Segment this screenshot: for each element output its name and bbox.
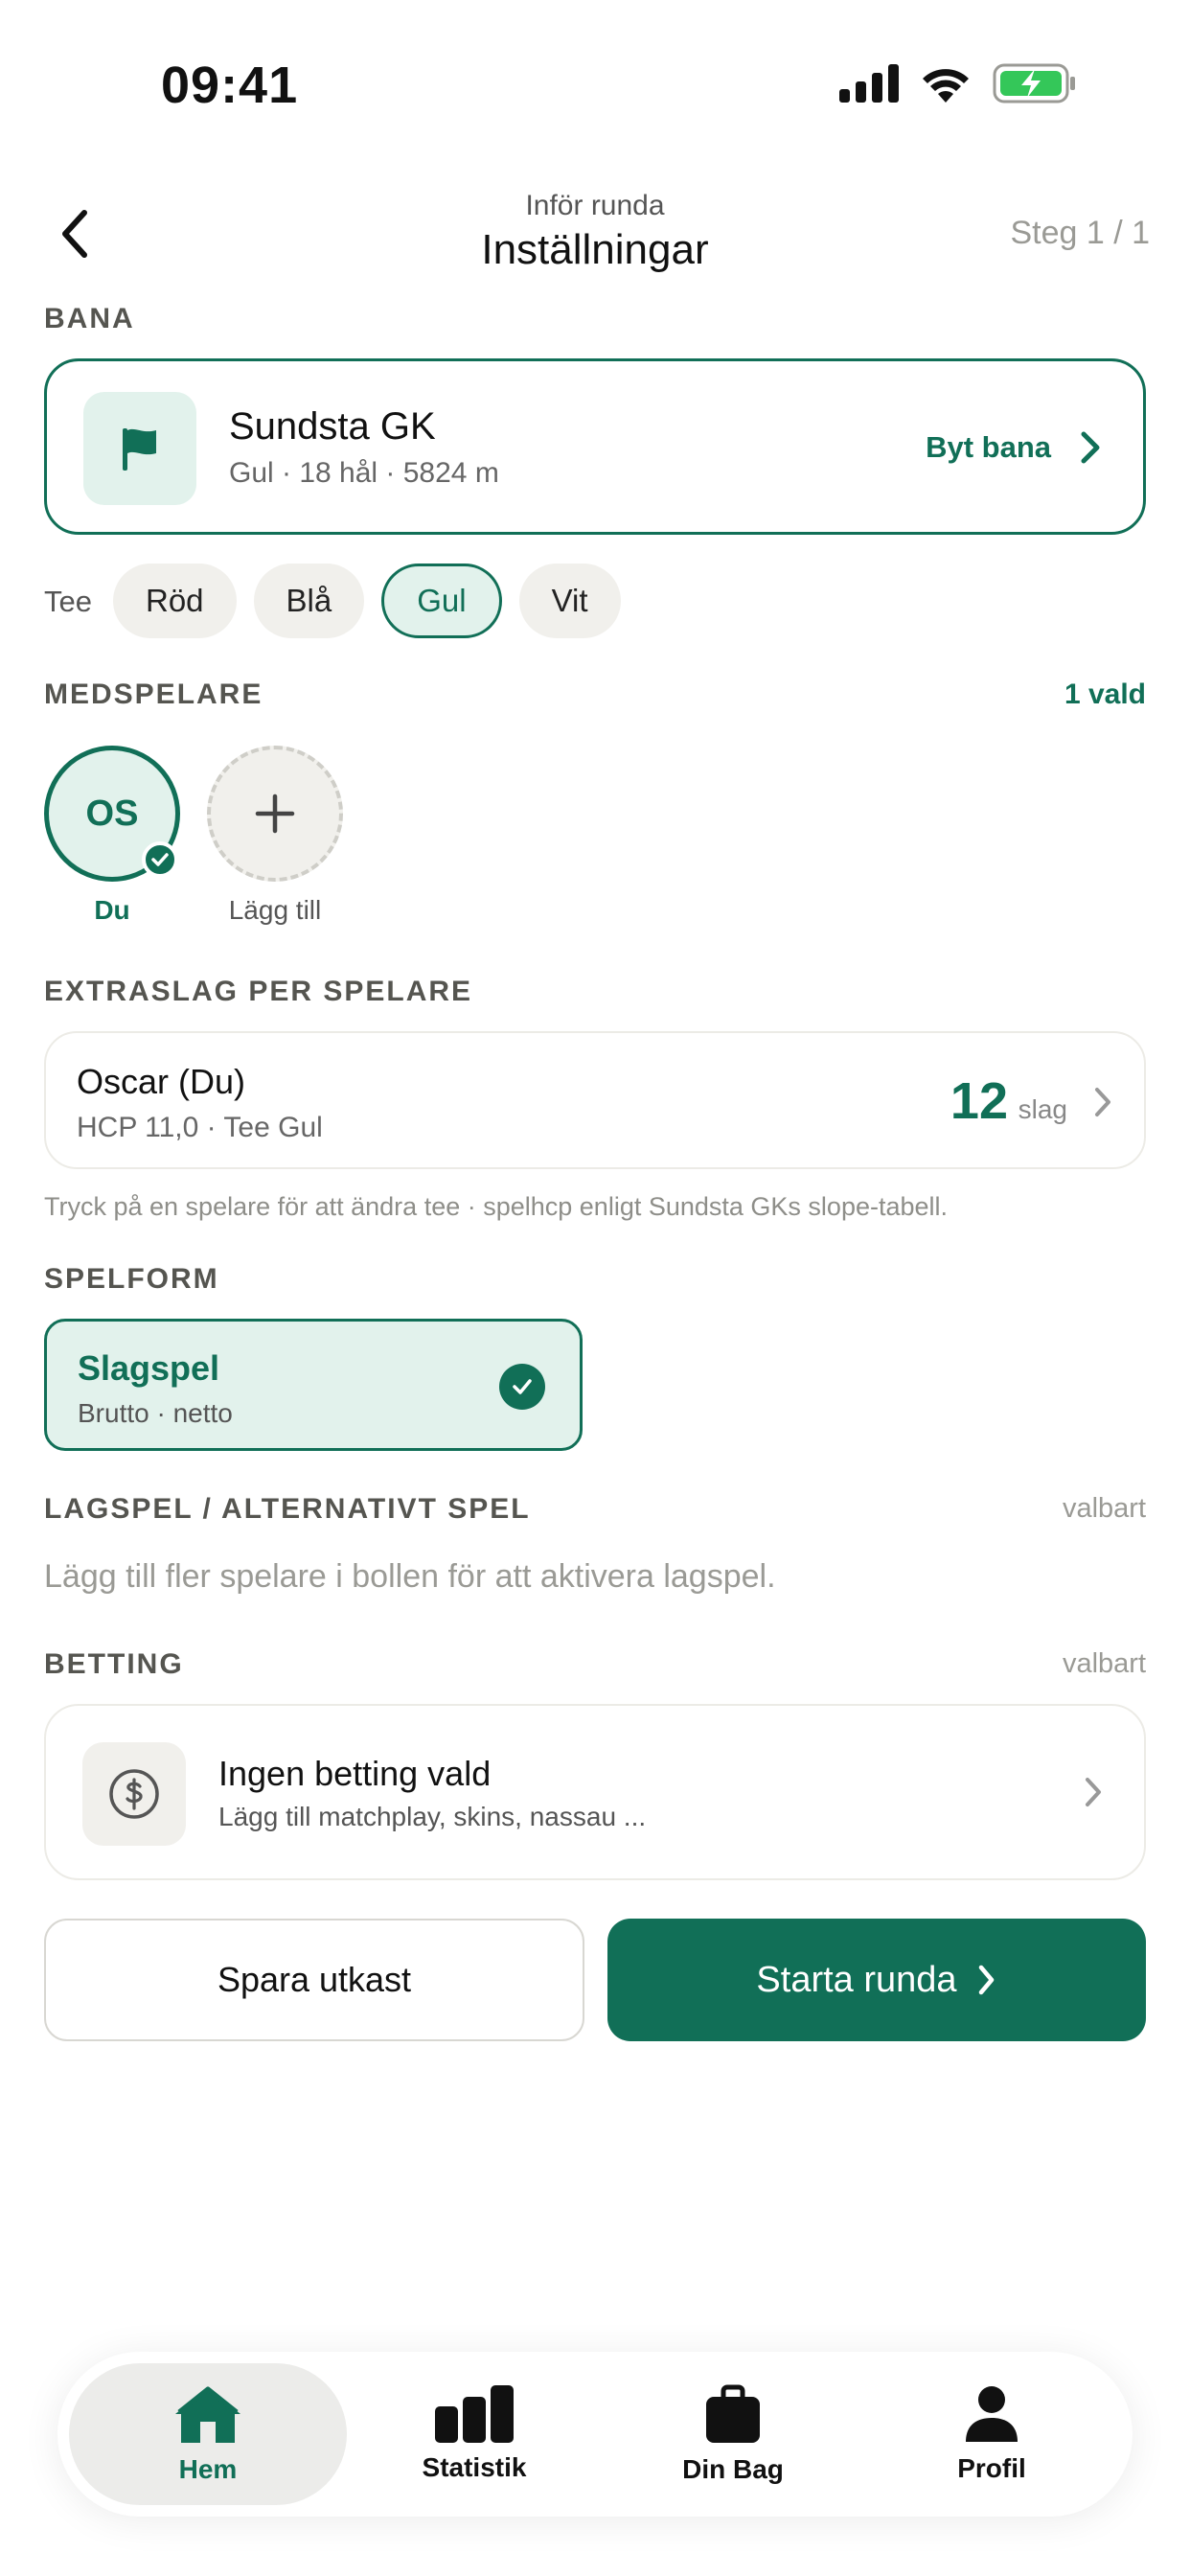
format-name: Slagspel	[78, 1348, 220, 1388]
battery-icon	[993, 63, 1075, 104]
team-optional-label: valbart	[1062, 1493, 1146, 1524]
signal-icon	[839, 64, 899, 103]
bag-icon	[706, 2384, 760, 2443]
start-round-button[interactable]: Starta runda	[607, 1919, 1146, 2041]
plus-icon	[255, 794, 295, 834]
home-icon	[175, 2386, 240, 2443]
tab-profil[interactable]: Profil	[872, 2352, 1111, 2517]
format-sub: Brutto · netto	[78, 1398, 233, 1428]
betting-optional-label: valbart	[1062, 1648, 1146, 1679]
tab-bar: Hem Statistik Din Bag Profil	[57, 2352, 1133, 2517]
change-course-button[interactable]: Byt bana	[926, 430, 1051, 465]
add-player-button[interactable]	[207, 746, 343, 882]
tab-label-hem: Hem	[178, 2454, 238, 2484]
course-info: Gul · 18 hål · 5824 m	[229, 457, 499, 489]
betting-sub: Lägg till matchplay, skins, nassau ...	[218, 1802, 647, 1831]
player-info: HCP 11,0 · Tee Gul	[77, 1112, 323, 1143]
player-handicap-row[interactable]: Oscar (Du) HCP 11,0 · Tee Gul 12 slag	[44, 1031, 1146, 1169]
chevron-right-icon	[978, 1965, 994, 1995]
tee-chip-vit[interactable]: Vit	[518, 564, 621, 638]
section-label-course: BANA	[44, 303, 135, 334]
betting-title: Ingen betting vald	[218, 1754, 492, 1793]
avatar-me-label: Du	[94, 895, 130, 925]
betting-icon-box	[82, 1742, 186, 1846]
tab-label-profil: Profil	[957, 2453, 1026, 2483]
course-card[interactable]: Sundsta GK Gul · 18 hål · 5824 m Byt ban…	[44, 358, 1146, 535]
extra-strokes-value: 12	[950, 1072, 1008, 1130]
add-player-label: Lägg till	[228, 895, 322, 925]
chevron-right-icon	[1081, 431, 1100, 464]
flag-icon	[123, 428, 156, 471]
tab-hem[interactable]: Hem	[69, 2363, 347, 2505]
tee-chip-bla[interactable]: Blå	[253, 564, 365, 638]
tee-chip-rod[interactable]: Röd	[113, 564, 237, 638]
check-badge-icon	[142, 841, 178, 878]
tab-din-bag[interactable]: Din Bag	[613, 2352, 853, 2517]
wifi-icon	[923, 69, 969, 103]
team-hint: Lägg till fler spelare i bollen för att …	[44, 1558, 776, 1595]
status-icons	[839, 63, 1077, 104]
chevron-right-icon	[1086, 1778, 1101, 1806]
dollar-icon	[109, 1769, 159, 1819]
handicap-hint: Tryck på en spelare för att ändra tee · …	[44, 1192, 949, 1221]
tab-statistik[interactable]: Statistik	[355, 2352, 594, 2517]
section-label-format: SPELFORM	[44, 1263, 219, 1295]
save-draft-button[interactable]: Spara utkast	[44, 1919, 584, 2041]
section-label-players: MEDSPELARE	[44, 678, 263, 710]
chevron-right-icon	[1095, 1088, 1110, 1116]
format-option-slagspel[interactable]: Slagspel Brutto · netto	[44, 1319, 583, 1451]
course-icon-box	[83, 392, 196, 505]
person-icon	[966, 2386, 1018, 2442]
extra-strokes-unit: slag	[1018, 1094, 1067, 1124]
tab-label-statistik: Statistik	[422, 2452, 527, 2482]
players-selected-count: 1 vald	[1064, 678, 1146, 710]
tee-label: Tee	[44, 585, 92, 618]
tab-label-din-bag: Din Bag	[682, 2454, 784, 2484]
status-time: 09:41	[161, 57, 299, 114]
tee-chip-gul[interactable]: Gul	[381, 564, 502, 638]
betting-card[interactable]: Ingen betting vald Lägg till matchplay, …	[44, 1704, 1146, 1880]
check-icon	[499, 1364, 545, 1410]
chart-icon	[435, 2385, 514, 2443]
player-name: Oscar (Du)	[77, 1062, 246, 1101]
course-name: Sundsta GK	[229, 405, 436, 448]
section-label-handicap: EXTRASLAG PER SPELARE	[44, 976, 473, 1007]
section-label-betting: BETTING	[44, 1648, 184, 1680]
step-indicator: Steg 1 / 1	[1010, 215, 1150, 251]
section-label-team: LAGSPEL / ALTERNATIVT SPEL	[44, 1493, 531, 1525]
start-round-label: Starta runda	[756, 1959, 957, 2000]
tee-selector: Röd Blå Gul Vit	[113, 564, 621, 638]
